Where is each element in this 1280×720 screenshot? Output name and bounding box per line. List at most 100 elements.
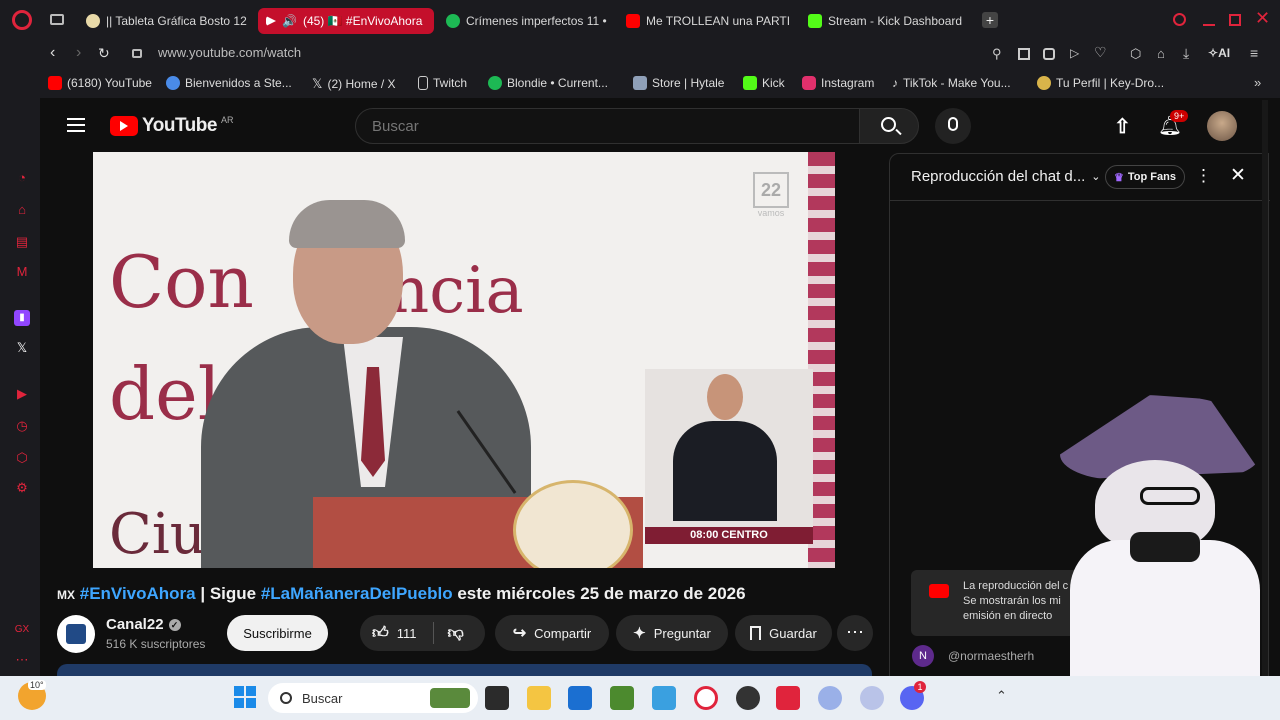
tab-trollean[interactable]: Me TROLLEAN una PARTI — [618, 8, 794, 34]
hashtag-link[interactable]: #LaMañaneraDelPueblo — [261, 584, 453, 603]
interpreter-head — [707, 374, 743, 420]
tab-kick[interactable]: Stream - Kick Dashboard — [800, 8, 976, 34]
tiktok-app-icon[interactable] — [776, 686, 800, 710]
weather-widget[interactable]: 10° — [18, 680, 46, 710]
bookmark-keydrop[interactable]: Tu Perfil | Key-Dro... — [1037, 76, 1164, 90]
new-tab-button[interactable]: + — [982, 12, 998, 28]
like-button[interactable]: 👍︎ 111 — [372, 624, 417, 643]
bookmark-hytale[interactable]: Store | Hytale — [633, 76, 724, 90]
notifications-button[interactable]: 🔔︎ 9+ — [1158, 110, 1189, 138]
url-field[interactable]: www.youtube.com/watch — [158, 45, 301, 60]
sidebar-history-icon[interactable]: ◷ — [14, 418, 30, 434]
chat-title-dropdown[interactable]: Reproducción del chat d... ⌄ — [911, 168, 1101, 185]
tab-search-icon[interactable] — [1173, 13, 1186, 26]
tab-tableta[interactable]: || Tableta Gráfica Bosto 12 — [78, 8, 250, 34]
sidebar-extensions-icon[interactable]: ⬡ — [14, 450, 30, 466]
bookmark-x[interactable]: 𝕏 (2) Home / X — [312, 76, 396, 92]
ai-button[interactable]: ✧AI — [1208, 46, 1230, 60]
bookmark-instagram[interactable]: Instagram — [802, 76, 874, 90]
bookmark-kick[interactable]: Kick — [743, 76, 785, 90]
download-icon[interactable]: ⤓ — [1183, 45, 1189, 62]
page-scrollbar[interactable] — [1262, 100, 1268, 680]
backdrop-text: ncia — [388, 254, 524, 328]
opera-gx-icon[interactable] — [694, 686, 718, 710]
more-actions-button[interactable]: ⋯ — [837, 615, 873, 651]
wallet-icon[interactable]: ⌂ — [1157, 46, 1165, 61]
menu-icon[interactable]: ≡ — [1250, 45, 1258, 61]
bookmark-label: Bienvenidos a Ste... — [185, 76, 292, 90]
share-button[interactable]: ↪ Compartir — [495, 615, 609, 651]
bookmark-tiktok[interactable]: ♪ TikTok - Make You... — [892, 76, 1011, 90]
minimize-icon[interactable] — [1203, 24, 1215, 26]
app-icon[interactable] — [818, 686, 842, 710]
obs-icon[interactable] — [736, 686, 760, 710]
sidebar-twitch-icon[interactable]: ▮ — [14, 310, 30, 326]
youtube-logo[interactable]: YouTube AR — [110, 115, 233, 137]
taskbar-search[interactable]: Buscar — [268, 683, 478, 713]
vtuber-glasses — [1140, 487, 1200, 505]
tray-overflow-icon[interactable]: ⌃ — [996, 688, 1007, 704]
sidebar-aria-icon[interactable]: ◔ — [14, 170, 30, 186]
avatar[interactable] — [1207, 111, 1237, 141]
tab-envivo[interactable]: 🔊 (45) 🇲🇽 #EnVivoAhora — [258, 8, 434, 34]
top-fans-chip[interactable]: ♛ Top Fans — [1105, 165, 1185, 189]
sidebar-gmail-icon[interactable]: M — [14, 264, 30, 280]
task-view-icon[interactable] — [485, 686, 509, 710]
search-button[interactable] — [859, 108, 919, 144]
voice-search-button[interactable] — [935, 108, 971, 144]
bookmarks-overflow-icon[interactable]: » — [1254, 75, 1261, 90]
sidebar-player-icon[interactable]: ▶ — [14, 386, 30, 402]
pin-icon[interactable]: ⚲ — [992, 46, 1002, 62]
ask-button[interactable]: ✦ Preguntar — [616, 615, 728, 651]
sidebar-wallet-icon[interactable]: ▤ — [14, 234, 30, 250]
minecraft-icon[interactable] — [610, 686, 634, 710]
start-button[interactable] — [234, 686, 256, 708]
sidebar-settings-icon[interactable]: ⚙ — [14, 480, 30, 496]
video-player[interactable]: Con ncia del Ciud 22 vamos 08:00 CENTRO — [93, 152, 835, 568]
speaker-icon[interactable]: 🔊 — [282, 14, 297, 28]
dislike-button[interactable]: 👎︎ — [448, 624, 464, 643]
file-explorer-icon[interactable] — [527, 686, 551, 710]
tab-manager-icon[interactable] — [50, 14, 64, 25]
adblock-icon[interactable] — [1043, 48, 1055, 60]
discord-icon[interactable]: 1 — [900, 681, 926, 710]
app-icon-2[interactable] — [860, 686, 884, 710]
bookmark-twitch[interactable]: Twitch — [418, 76, 467, 90]
lock-icon — [132, 49, 142, 58]
bookmark-steam[interactable]: Bienvenidos a Ste... — [166, 76, 292, 90]
sidebar-more-icon[interactable]: ⋯ — [14, 652, 30, 668]
sidebar-gx-icon[interactable]: GX — [14, 622, 30, 638]
forward-icon[interactable]: › — [76, 44, 81, 62]
bookmark-label: Twitch — [433, 76, 468, 90]
subscribe-button[interactable]: Suscribirme — [227, 615, 328, 651]
canal22-logo-icon — [66, 624, 86, 644]
sidebar-x-icon[interactable]: 𝕏 — [14, 340, 30, 356]
hashtag-link[interactable]: #EnVivoAhora — [80, 584, 196, 603]
hamburger-menu-icon[interactable] — [67, 118, 85, 132]
spotify-icon — [446, 14, 460, 28]
bookmark-youtube[interactable]: (6180) YouTube — [48, 76, 152, 90]
tab-crimenes[interactable]: Crímenes imperfectos 11 • — [438, 8, 614, 34]
chat-more-icon[interactable]: ⋮ — [1195, 166, 1212, 186]
search-input[interactable] — [355, 108, 860, 144]
extensions-icon[interactable]: ⬡ — [1130, 46, 1141, 62]
snapshot-icon[interactable] — [1018, 48, 1030, 60]
photos-icon[interactable] — [652, 686, 676, 710]
like-dislike-group: 👍︎ 111 👎︎ — [360, 615, 485, 651]
chat-close-icon[interactable]: ✕ — [1230, 164, 1246, 187]
play-icon[interactable]: ▷ — [1070, 46, 1079, 60]
upload-icon[interactable]: ⇧ — [1114, 114, 1131, 139]
reload-icon[interactable]: ↻ — [98, 45, 110, 62]
opera-logo-icon[interactable] — [12, 10, 32, 30]
thumbs-up-icon: 👍︎ — [372, 624, 389, 642]
back-icon[interactable]: ‹ — [50, 44, 55, 62]
sidebar-shop-icon[interactable]: ⌂ — [14, 202, 30, 218]
maximize-icon[interactable] — [1229, 14, 1241, 26]
heart-icon[interactable]: ♡ — [1094, 44, 1107, 61]
bookmark-spotify[interactable]: Blondie • Current... — [488, 76, 608, 90]
channel-avatar[interactable] — [57, 615, 95, 653]
store-icon[interactable] — [568, 686, 592, 710]
save-button[interactable]: Guardar — [735, 615, 832, 651]
channel-name[interactable]: Canal22 ✓ — [106, 616, 181, 633]
close-window-icon[interactable]: ✕ — [1255, 8, 1270, 29]
